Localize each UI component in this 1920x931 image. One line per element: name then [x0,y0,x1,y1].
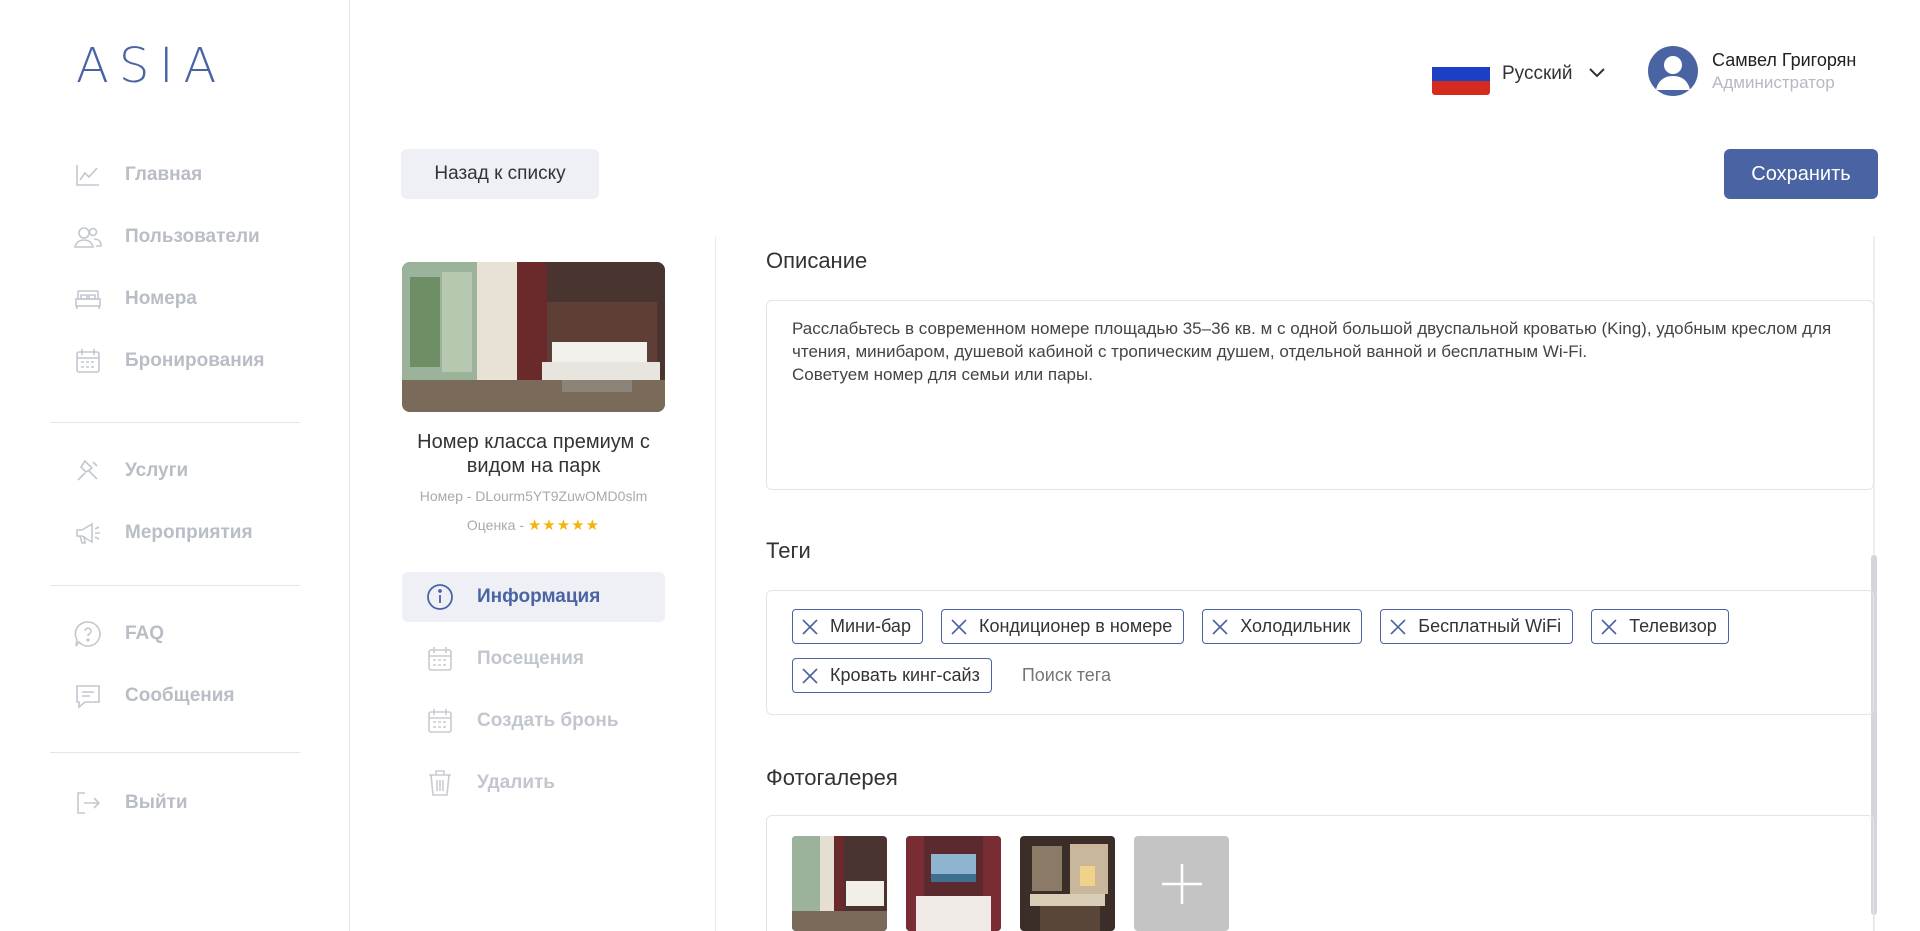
sidebar-item-label: Бронирования [125,350,265,371]
chart-icon [74,161,102,189]
tag-chip[interactable]: Кондиционер в номере [940,609,1185,644]
logout-icon [74,789,102,817]
room-menu-label: Создать бронь [477,710,619,731]
room-menu-label: Посещения [477,648,584,669]
tags-title: Теги [766,538,811,563]
avatar [1648,46,1698,96]
sidebar-item-faq[interactable]: FAQ [50,603,300,665]
tag-label: Телевизор [1629,616,1717,636]
room-title: Номер класса премиум с видом на парк [417,431,650,477]
gallery-photo[interactable] [1020,836,1115,931]
photo-gallery [766,815,1874,931]
back-to-list-button[interactable]: Назад к списку [401,149,599,199]
sidebar-item-label: Пользователи [125,226,260,247]
close-icon[interactable] [801,618,819,636]
sidebar-item-services[interactable]: Услуги [50,440,300,502]
tag-label: Кровать кинг-сайз [830,665,980,685]
megaphone-icon [74,519,102,547]
bed-icon [74,285,102,313]
room-menu: Информация Посещения Создать бронь Удали… [402,572,665,814]
user-role: Администратор [1712,72,1835,92]
sidebar-item-messages[interactable]: Сообщения [50,665,300,727]
info-icon [426,583,454,611]
sidebar-item-label: Сообщения [125,685,235,706]
trash-icon [426,769,454,797]
room-photo [402,262,665,412]
tag-label: Холодильник [1240,616,1351,636]
plus-icon [1161,863,1202,904]
user-name: Самвел Григорян [1712,49,1857,70]
room-rating: Оценка - ★★★★★ [402,516,665,534]
sidebar-item-label: Услуги [125,460,189,481]
rating-stars: ★★★★★ [527,517,601,534]
room-menu-visits[interactable]: Посещения [402,628,665,690]
close-icon[interactable] [950,618,968,636]
tag-search-input[interactable] [1021,658,1202,693]
tags-input[interactable]: Мини-бар Кондиционер в номере Холодильни… [766,590,1874,715]
room-menu-info[interactable]: Информация [402,572,665,622]
calendar-icon [426,707,454,735]
add-photo-button[interactable] [1134,836,1229,931]
sidebar-divider [50,422,300,423]
tag-label: Кондиционер в номере [978,616,1173,636]
sidebar-item-label: Главная [125,164,203,185]
tag-chip[interactable]: Холодильник [1202,609,1363,644]
close-icon[interactable] [1600,618,1618,636]
description-title: Описание [766,248,868,273]
tag-chip[interactable]: Бесплатный WiFi [1380,609,1574,644]
save-button[interactable]: Сохранить [1724,149,1878,199]
content-divider [715,236,716,931]
sidebar-divider [50,585,300,586]
nav-group-main: Главная Пользователи Номера Бронирования [50,144,300,392]
close-icon[interactable] [1211,618,1229,636]
sidebar-item-logout[interactable]: Выйти [50,772,300,834]
users-icon [74,223,102,251]
sidebar-item-label: Мероприятия [125,522,253,543]
gallery-photo[interactable] [906,836,1001,931]
room-menu-label: Информация [477,586,601,607]
app-logo[interactable]: ASIA [76,38,226,94]
nav-group-help: FAQ Сообщения [50,603,300,727]
rating-label: Оценка - [466,517,524,533]
message-icon [74,682,102,710]
room-menu-create-booking[interactable]: Создать бронь [402,690,665,752]
sidebar-item-label: FAQ [125,623,165,644]
sidebar-item-bookings[interactable]: Бронирования [50,330,300,392]
question-icon [74,620,102,648]
calendar-icon [426,645,454,673]
sidebar: ASIA Главная Пользователи Номера Брониро… [0,0,350,931]
room-menu-label: Удалить [477,772,555,793]
user-profile[interactable]: Самвел Григорян Администратор [1648,46,1856,96]
gallery-photo[interactable] [792,836,887,931]
tag-label: Бесплатный WiFi [1418,616,1562,636]
language-label: Русский [1502,63,1573,84]
close-icon[interactable] [801,667,819,685]
sidebar-item-rooms[interactable]: Номера [50,268,300,330]
service-icon [74,457,102,485]
sidebar-item-events[interactable]: Мероприятия [50,502,300,564]
tag-chip[interactable]: Мини-бар [792,609,923,644]
sidebar-item-label: Номера [125,288,197,309]
russian-flag-icon [1432,53,1490,95]
description-textarea[interactable]: Расслабьтесь в современном номере площад… [766,300,1874,490]
close-icon[interactable] [1389,618,1407,636]
sidebar-divider [50,752,300,753]
sidebar-item-users[interactable]: Пользователи [50,206,300,268]
nav-group-services: Услуги Мероприятия [50,440,300,564]
chevron-down-icon [1588,65,1605,83]
description-paragraph: Советуем номер для семьи или пары. [792,365,1093,384]
sidebar-item-home[interactable]: Главная [50,144,300,206]
language-selector[interactable]: Русский [1432,52,1605,96]
calendar-icon [74,347,102,375]
tag-label: Мини-бар [830,616,911,636]
room-menu-delete[interactable]: Удалить [402,752,665,814]
gallery-title: Фотогалерея [766,765,898,790]
tag-chip[interactable]: Кровать кинг-сайз [792,658,992,693]
nav-group-exit: Выйти [50,772,300,834]
tag-chip[interactable]: Телевизор [1591,609,1729,644]
description-paragraph: Расслабьтесь в современном номере площад… [792,319,1832,361]
room-id: Номер - DLourm5YT9ZuwOMD0slm [419,488,648,504]
sidebar-item-label: Выйти [125,792,188,813]
